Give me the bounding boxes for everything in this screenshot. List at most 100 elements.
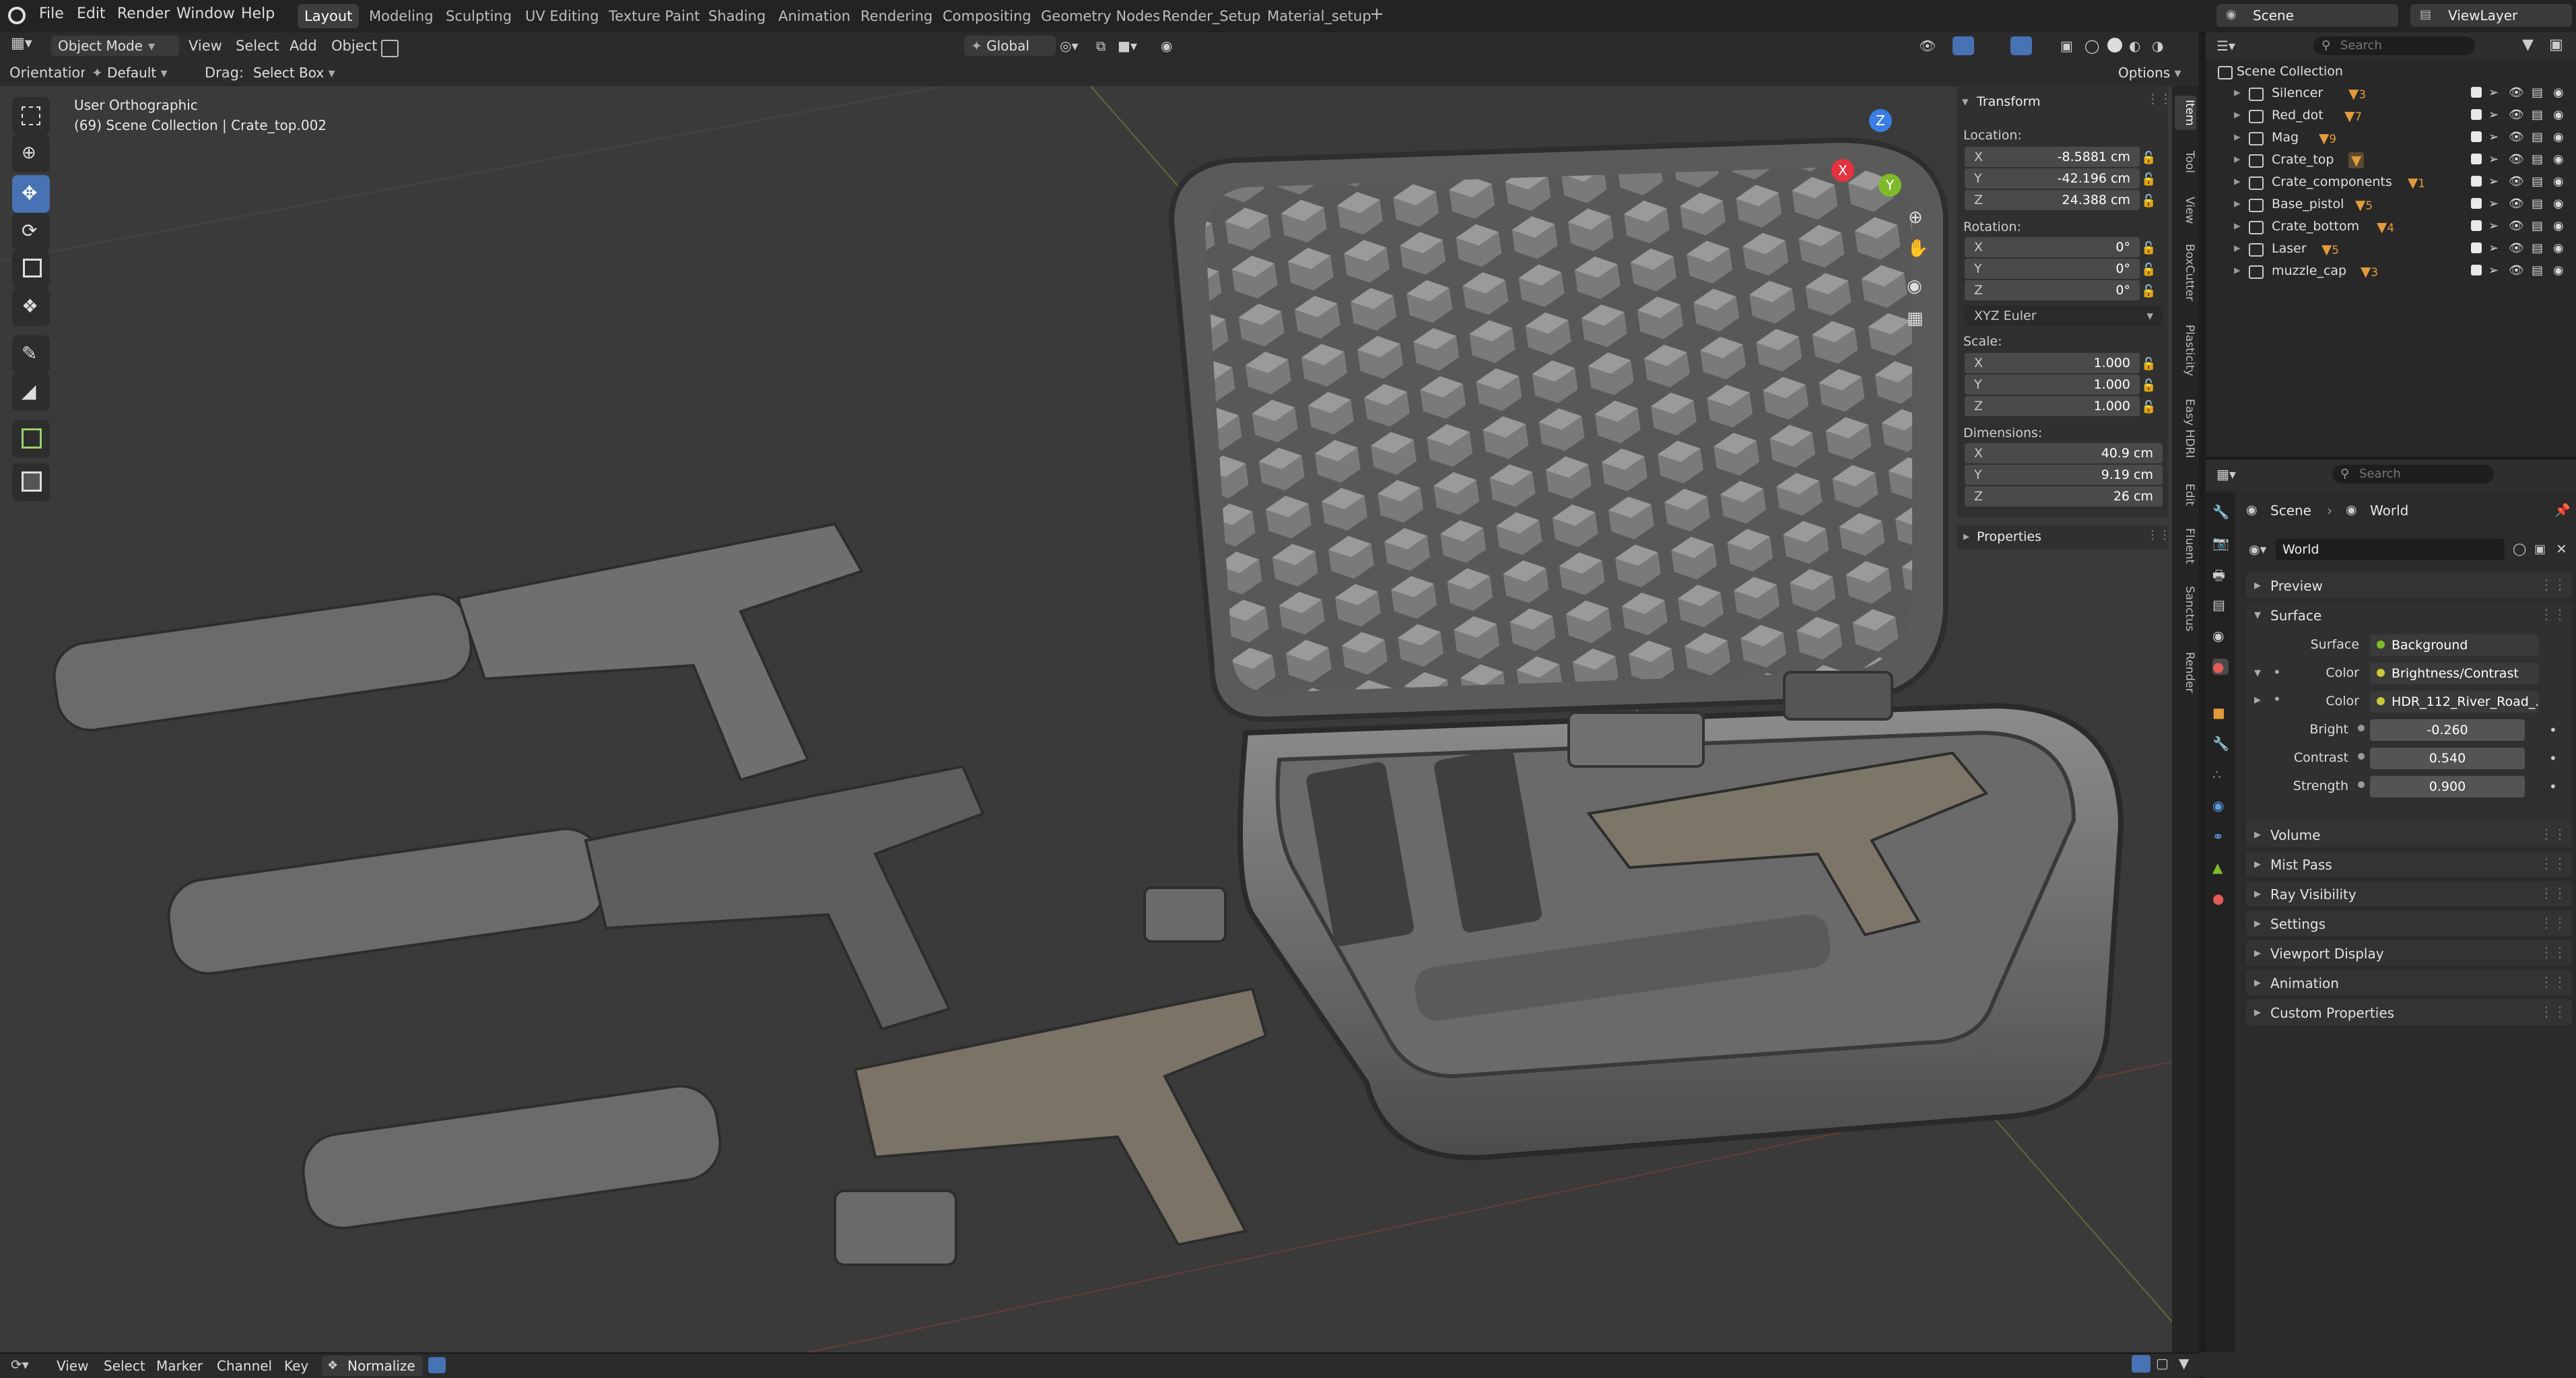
visibility-icon[interactable]: 👁	[2509, 263, 2524, 277]
overlay-toggle-icon[interactable]	[2010, 36, 2032, 55]
tab-rendering[interactable]: Rendering	[854, 4, 939, 28]
material-shading-icon[interactable]: ◐	[2129, 38, 2140, 54]
select-toggle-icon[interactable]: ➢	[2488, 86, 2499, 100]
drag-select[interactable]: Select Box ▾	[246, 63, 354, 83]
snap-icon[interactable]: ⧉	[1096, 38, 1106, 54]
select-mode-icon[interactable]	[2132, 1355, 2150, 1373]
strength-field[interactable]: 0.900	[2370, 776, 2525, 797]
properties-search[interactable]: ⚲ Search	[2332, 465, 2494, 484]
outliner-item[interactable]: ▸ Silencer ▼3 ➢ 👁 ▤ ◉	[2206, 82, 2576, 104]
boxcutter-tool[interactable]	[12, 463, 50, 501]
surface-shader-select[interactable]: Background	[2370, 634, 2538, 656]
scale-y-field[interactable]: Y 1.000	[1965, 374, 2140, 395]
drag-handle-icon[interactable]: ⋮⋮	[2540, 974, 2567, 990]
tab-geometry-nodes[interactable]: Geometry Nodes	[1034, 4, 1167, 28]
sidetab-boxcutter[interactable]: BoxCutter	[2175, 244, 2196, 301]
scene-selector[interactable]: ◉ Scene	[2216, 4, 2398, 27]
viewport-toggle-icon[interactable]: ▤	[2532, 130, 2543, 144]
camera-icon[interactable]: ◉	[1907, 276, 1922, 296]
keyframe-dot-icon[interactable]: •	[2549, 722, 2557, 738]
chevron-down-icon[interactable]: ▾	[2254, 664, 2261, 680]
lock-icon[interactable]: 🔓	[2141, 194, 2156, 208]
navigation-gizmo[interactable]: Z X Y	[1818, 100, 1919, 201]
particles-tab-icon[interactable]: ∴	[2212, 766, 2229, 783]
add-workspace-icon[interactable]: +	[1369, 4, 1384, 24]
timeline-editor-icon[interactable]: ⟳▾	[11, 1356, 29, 1373]
pivot-icon[interactable]: ◎▾	[1060, 38, 1079, 54]
panel-volume[interactable]: ▸ Volume ⋮⋮	[2246, 822, 2572, 847]
xray-icon[interactable]: ▣	[2060, 38, 2073, 54]
3d-viewport[interactable]: User Orthographic (69) Scene Collection …	[0, 86, 2199, 1352]
sidetab-plasticity[interactable]: Plasticity	[2175, 325, 2196, 376]
constraints-tab-icon[interactable]: ⚭	[2212, 828, 2229, 845]
keyframe-dot-icon[interactable]: •	[2549, 750, 2557, 766]
menu-render[interactable]: Render	[117, 5, 170, 22]
scale-tool[interactable]	[12, 251, 50, 288]
panel-mist-pass[interactable]: ▸ Mist Pass ⋮⋮	[2246, 851, 2572, 877]
select-box-tool[interactable]	[12, 97, 50, 135]
orientation-select[interactable]: ✦ Default ▾	[85, 63, 206, 83]
viewport-toggle-icon[interactable]: ▤	[2532, 86, 2543, 100]
outliner-item[interactable]: ▸ muzzle_cap ▼3 ➢ 👁 ▤ ◉	[2206, 260, 2576, 282]
render-toggle-icon[interactable]: ◉	[2553, 108, 2564, 122]
lock-icon[interactable]: 🔓	[2141, 263, 2156, 277]
tab-texture-paint[interactable]: Texture Paint	[602, 4, 707, 28]
location-y-field[interactable]: Y -42.196 cm	[1965, 168, 2140, 189]
exclude-checkbox[interactable]	[2471, 87, 2482, 98]
tab-material-setup[interactable]: Material_setup	[1260, 4, 1378, 28]
visibility-icon[interactable]: 👁	[2509, 130, 2524, 144]
drag-handle-icon[interactable]: ⋮⋮	[2540, 915, 2567, 931]
npanel-properties-header[interactable]: ▸ Properties ⋮⋮	[1957, 525, 2171, 550]
chevron-right-icon[interactable]: ▸	[2254, 691, 2261, 707]
render-toggle-icon[interactable]: ◉	[2553, 197, 2564, 211]
data-tab-icon[interactable]: ▲	[2212, 859, 2229, 876]
exclude-checkbox[interactable]	[2471, 131, 2482, 142]
tab-compositing[interactable]: Compositing	[936, 4, 1038, 28]
bright-field[interactable]: -0.260	[2370, 719, 2525, 741]
scale-z-field[interactable]: Z 1.000	[1965, 396, 2140, 416]
drag-handle-icon[interactable]: ⋮⋮	[2540, 826, 2567, 842]
keyframe-dot-icon[interactable]: •	[2549, 779, 2557, 795]
chevron-right-icon[interactable]: ▸	[2234, 129, 2241, 144]
menu-file[interactable]: File	[39, 5, 64, 22]
visibility-icon[interactable]: 👁	[2509, 197, 2524, 211]
pin-icon[interactable]: 📌	[2554, 502, 2571, 518]
filter-icon[interactable]: ▼	[2179, 1355, 2189, 1371]
select-toggle-icon[interactable]: ➢	[2488, 197, 2499, 211]
chevron-right-icon[interactable]: ▸	[2234, 174, 2241, 189]
chevron-right-icon[interactable]: ▸	[2234, 263, 2241, 277]
lock-icon[interactable]: 🔓	[2141, 241, 2156, 255]
sidetab-easy-hdri[interactable]: Easy HDRI	[2175, 399, 2196, 458]
color2-input-select[interactable]: HDR_112_River_Road_...	[2370, 691, 2538, 713]
move-tool[interactable]: ✥	[12, 175, 50, 213]
footer-menu-channel[interactable]: Channel	[217, 1358, 272, 1374]
outliner-item[interactable]: ▸ Laser ▼5 ➢ 👁 ▤ ◉	[2206, 238, 2576, 260]
physics-tab-icon[interactable]: ◉	[2212, 797, 2229, 814]
footer-menu-view[interactable]: View	[57, 1358, 88, 1374]
chevron-right-icon[interactable]: ▸	[2234, 196, 2241, 211]
new-collection-icon[interactable]: ▣	[2549, 36, 2563, 53]
sidetab-fluent[interactable]: Fluent	[2175, 528, 2196, 564]
rotation-x-field[interactable]: X 0°	[1965, 237, 2140, 257]
footer-menu-key[interactable]: Key	[284, 1358, 308, 1374]
dimensions-z-field[interactable]: Z 26 cm	[1965, 486, 2163, 506]
outliner-item[interactable]: ▸ Mag ▼9 ➢ 👁 ▤ ◉	[2206, 127, 2576, 149]
outliner-search[interactable]: ⚲ Search	[2313, 36, 2475, 55]
lock-icon[interactable]: 🔓	[2141, 379, 2156, 393]
proportional-edit-icon[interactable]: ◉	[1161, 38, 1172, 54]
visibility-icon[interactable]: 👁	[2509, 86, 2524, 100]
menu-window[interactable]: Window	[176, 5, 235, 22]
panel-animation[interactable]: ▸ Animation ⋮⋮	[2246, 970, 2572, 995]
vp-menu-view[interactable]: View	[189, 38, 222, 54]
chevron-right-icon[interactable]: ▸	[2234, 85, 2241, 100]
render-toggle-icon[interactable]: ◉	[2553, 241, 2564, 255]
outliner-item[interactable]: ▸ Crate_top ▼ ➢ 👁 ▤ ◉	[2206, 149, 2576, 171]
rotation-mode-select[interactable]: XYZ Euler ▾	[1965, 306, 2163, 326]
outliner-item[interactable]: ▸ Crate_bottom ▼4 ➢ 👁 ▤ ◉	[2206, 216, 2576, 238]
lock-icon[interactable]: 🔓	[2141, 400, 2156, 414]
color1-input-select[interactable]: Brightness/Contrast	[2370, 663, 2538, 684]
panel-title[interactable]: Surface	[2270, 608, 2321, 624]
rotate-tool[interactable]: ⟳	[12, 213, 50, 251]
transform-tool[interactable]: ❖	[12, 288, 50, 326]
viewport-toggle-icon[interactable]: ▤	[2532, 219, 2543, 233]
